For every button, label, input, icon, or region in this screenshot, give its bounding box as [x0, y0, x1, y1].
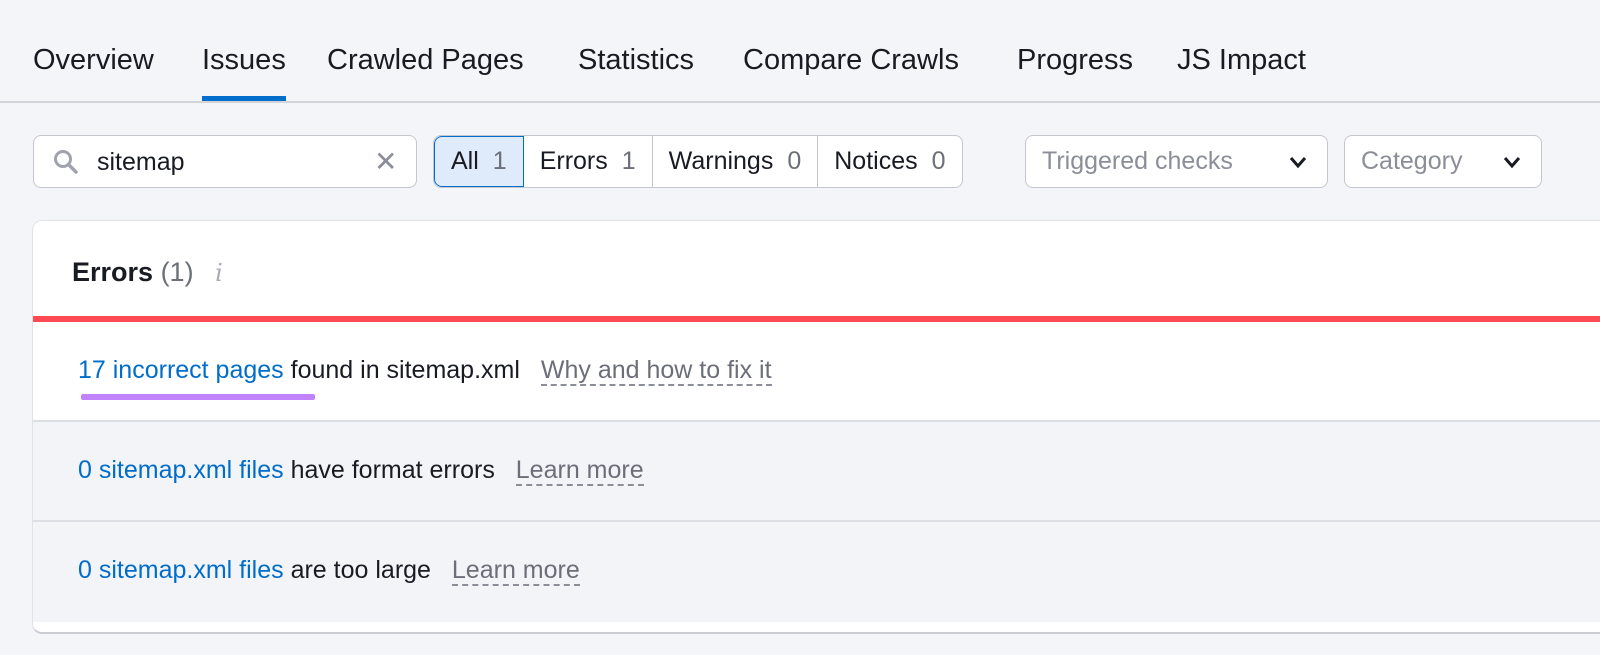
filter-notices[interactable]: Notices 0 [818, 136, 961, 187]
filter-errors[interactable]: Errors 1 [524, 136, 653, 187]
learn-more-link[interactable]: Learn more [451, 556, 580, 586]
category-dropdown[interactable]: Category [1344, 135, 1542, 188]
search-value: sitemap [97, 148, 185, 176]
errors-header: Errors (1) i [33, 221, 1600, 316]
filter-count: 0 [787, 147, 802, 175]
filter-label: Warnings [668, 147, 774, 175]
issue-text: have format errors [290, 456, 495, 484]
tab-js-impact[interactable]: JS Impact [1177, 44, 1306, 101]
filter-count: 0 [931, 147, 946, 175]
triggered-checks-dropdown[interactable]: Triggered checks [1025, 135, 1328, 188]
filter-warnings[interactable]: Warnings 0 [653, 136, 819, 187]
issue-link[interactable]: 17 incorrect pages [78, 356, 284, 384]
dropdown-label: Triggered checks [1042, 147, 1233, 175]
learn-more-link[interactable]: Learn more [515, 456, 644, 486]
info-icon[interactable]: i [215, 259, 223, 287]
section-title: Errors [72, 257, 154, 287]
filter-count: 1 [492, 147, 507, 175]
dropdown-label: Category [1361, 147, 1463, 175]
search-input[interactable]: sitemap ✕ [33, 135, 417, 188]
chevron-down-icon [1287, 151, 1309, 180]
tab-crawled-pages[interactable]: Crawled Pages [327, 44, 524, 101]
issue-type-filter: All 1 Errors 1 Warnings 0 Notices 0 [433, 135, 963, 188]
issue-link[interactable]: 0 sitemap.xml files [78, 456, 284, 484]
filter-count: 1 [621, 147, 636, 175]
close-icon[interactable]: ✕ [374, 145, 397, 178]
issue-text: found in sitemap.xml [290, 356, 520, 384]
filter-label: Errors [539, 147, 608, 175]
tab-compare-crawls[interactable]: Compare Crawls [743, 44, 959, 101]
tab-statistics[interactable]: Statistics [578, 44, 694, 101]
tab-overview[interactable]: Overview [33, 44, 154, 101]
issue-link[interactable]: 0 sitemap.xml files [78, 556, 284, 584]
tab-progress[interactable]: Progress [1017, 44, 1133, 101]
issue-row: 0 sitemap.xml files are too large Learn … [33, 522, 1600, 622]
filter-all[interactable]: All 1 [434, 136, 524, 187]
chevron-down-icon [1501, 151, 1523, 180]
issue-row: 17 incorrect pages found in sitemap.xml … [33, 322, 1600, 422]
tab-issues[interactable]: Issues [202, 44, 286, 101]
error-count: (1) [160, 257, 194, 287]
filter-label: All [451, 147, 479, 175]
search-icon [52, 148, 80, 181]
tab-bar: Overview Issues Crawled Pages Statistics… [0, 0, 1600, 103]
issue-text: are too large [290, 556, 431, 584]
why-how-fix-link[interactable]: Why and how to fix it [540, 356, 772, 386]
errors-card: Errors (1) i 17 incorrect pages found in… [32, 220, 1600, 634]
issue-row: 0 sitemap.xml files have format errors L… [33, 422, 1600, 522]
highlight-underline [81, 394, 315, 400]
filter-label: Notices [834, 147, 918, 175]
